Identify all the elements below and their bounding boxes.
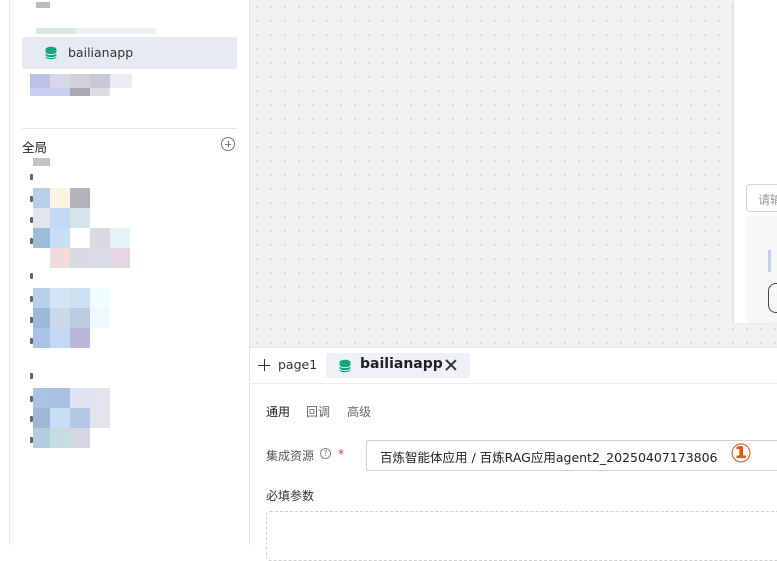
database-icon	[45, 46, 57, 60]
blurred-item	[33, 388, 110, 408]
tree-toggle-icon[interactable]	[30, 338, 33, 344]
subtab-advanced[interactable]: 高级	[347, 403, 371, 420]
blurred-item	[33, 428, 90, 448]
property-panel: page1 bailianapp 通用 回调 高级 集成资源 ? * 百炼智能体…	[250, 347, 777, 561]
tab-label: bailianapp	[360, 356, 443, 372]
tab-bailianapp[interactable]: bailianapp	[326, 353, 470, 378]
app-preview: 请输	[733, 0, 777, 323]
required-params-label: 必填参数	[266, 489, 315, 503]
blurred-item	[33, 308, 110, 328]
tree-toggle-icon[interactable]	[30, 273, 33, 279]
resource-select-value: 百炼智能体应用 / 百炼RAG应用agent2_20250407173806	[380, 450, 718, 465]
page-tab-bar: page1 bailianapp	[250, 348, 777, 384]
preview-text-fragment	[768, 250, 771, 272]
tree-toggle-icon[interactable]	[30, 396, 33, 402]
blurred-item	[50, 248, 130, 268]
blurred-item	[33, 208, 90, 228]
sidebar: bailianapp 全局	[0, 0, 250, 545]
sidebar-scroll-track	[9, 0, 10, 545]
subtab-callback[interactable]: 回调	[306, 403, 330, 420]
tree-toggle-icon[interactable]	[30, 217, 33, 223]
add-circle-icon[interactable]	[221, 137, 235, 151]
resource-field-label: 集成资源	[266, 449, 315, 463]
blurred-item	[30, 74, 132, 88]
tree-toggle-icon[interactable]	[30, 296, 33, 302]
required-params-dropzone[interactable]	[266, 511, 777, 561]
section-divider	[22, 128, 237, 129]
tree-toggle-icon[interactable]	[30, 174, 33, 180]
tree-toggle-icon[interactable]	[30, 196, 33, 202]
tab-page1[interactable]: page1	[278, 357, 317, 372]
tree-toggle-icon[interactable]	[30, 317, 33, 323]
tree-toggle-icon[interactable]	[30, 238, 33, 244]
required-mark: *	[338, 447, 344, 461]
close-icon[interactable]	[445, 359, 457, 371]
blurred-item	[33, 228, 130, 248]
preview-search-placeholder: 请输	[758, 193, 777, 207]
blurred-item	[33, 288, 110, 308]
tree-toggle-icon[interactable]	[30, 437, 33, 443]
resource-select[interactable]: 百炼智能体应用 / 百炼RAG应用agent2_20250407173806 ①	[366, 439, 777, 471]
blurred-item	[33, 158, 50, 166]
tree-toggle-icon[interactable]	[30, 416, 33, 422]
tree-toggle-icon[interactable]	[30, 373, 33, 379]
preview-graphic	[768, 283, 777, 313]
annotation-marker: ①	[730, 439, 753, 469]
add-icon[interactable]	[258, 359, 270, 371]
global-section-title: 全局	[22, 140, 48, 155]
design-canvas[interactable]	[250, 0, 777, 347]
blurred-item	[30, 88, 110, 96]
help-icon[interactable]: ?	[320, 448, 331, 459]
sidebar-item-bailianapp[interactable]: bailianapp	[22, 37, 237, 69]
blurred-item	[33, 188, 90, 208]
blurred-item	[33, 328, 90, 348]
preview-search-input[interactable]: 请输	[746, 184, 777, 212]
subtab-general[interactable]: 通用	[266, 403, 290, 420]
blurred-item	[36, 28, 156, 34]
sidebar-item-label: bailianapp	[68, 45, 134, 60]
database-icon	[339, 359, 351, 373]
blurred-item	[36, 2, 50, 8]
blurred-item	[33, 408, 110, 428]
